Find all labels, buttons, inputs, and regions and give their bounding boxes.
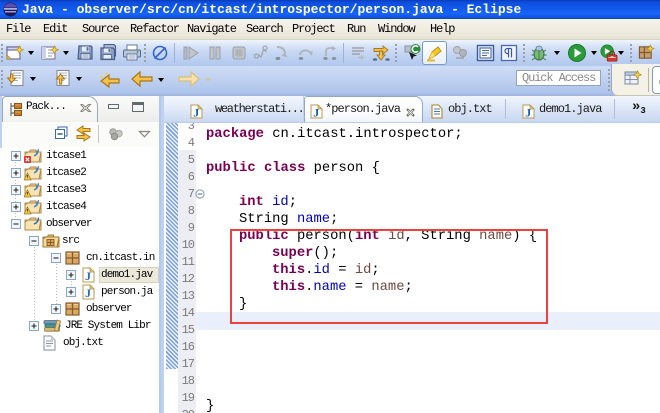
svg-text:J: J bbox=[313, 106, 319, 120]
svg-text:J: J bbox=[525, 106, 531, 120]
svg-text:J: J bbox=[193, 106, 199, 120]
svg-text:J: J bbox=[85, 269, 91, 283]
svg-text:J: J bbox=[85, 286, 91, 300]
